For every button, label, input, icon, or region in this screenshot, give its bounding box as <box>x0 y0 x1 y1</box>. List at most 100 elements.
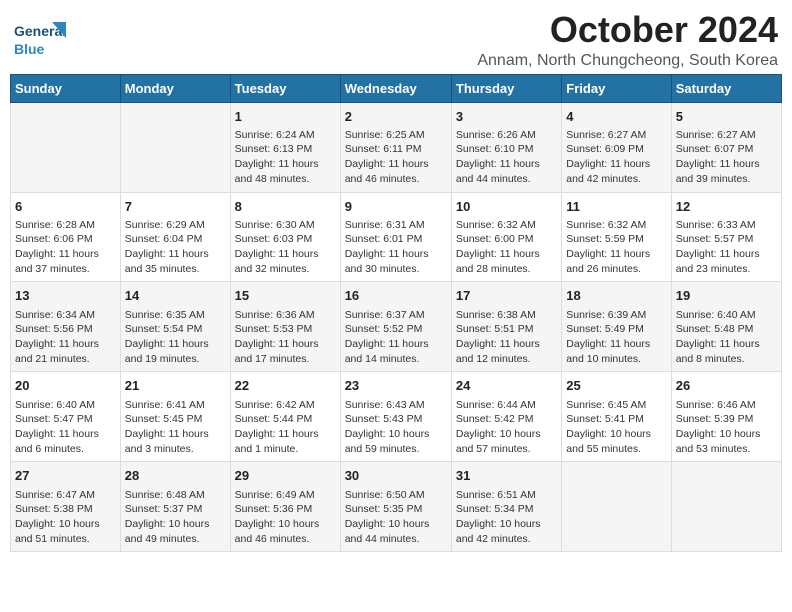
day-header-sunday: Sunday <box>11 74 121 102</box>
calendar-cell: 11 Sunrise: 6:32 AM Sunset: 5:59 PM Dayli… <box>562 192 671 282</box>
day-number: 5 <box>676 108 777 126</box>
day-number: 6 <box>15 198 116 216</box>
day-info: Sunrise: 6:30 AM Sunset: 6:03 PM Dayligh… <box>235 218 336 277</box>
day-header-saturday: Saturday <box>671 74 781 102</box>
day-number: 10 <box>456 198 557 216</box>
day-info: Sunrise: 6:47 AM Sunset: 5:38 PM Dayligh… <box>15 488 116 547</box>
day-number: 22 <box>235 377 336 395</box>
calendar-cell: 21Sunrise: 6:41 AM Sunset: 5:45 PM Dayli… <box>120 372 230 462</box>
calendar-cell <box>671 462 781 552</box>
calendar-cell: 3 Sunrise: 6:26 AM Sunset: 6:10 PM Daylig… <box>451 102 561 192</box>
calendar-cell: 4 Sunrise: 6:27 AM Sunset: 6:09 PM Daylig… <box>562 102 671 192</box>
day-number: 20 <box>15 377 116 395</box>
week-row-1: 1 Sunrise: 6:24 AM Sunset: 6:13 PM Daylig… <box>11 102 782 192</box>
day-info: Sunrise: 6:29 AM Sunset: 6:04 PM Dayligh… <box>125 218 226 277</box>
calendar-cell: 14 Sunrise: 6:35 AM Sunset: 5:54 PM Dayli… <box>120 282 230 372</box>
day-info: Sunrise: 6:31 AM Sunset: 6:01 PM Dayligh… <box>345 218 447 277</box>
day-info: Sunrise: 6:43 AM Sunset: 5:43 PM Dayligh… <box>345 398 447 457</box>
calendar-cell: 19Sunrise: 6:40 AM Sunset: 5:48 PM Dayli… <box>671 282 781 372</box>
day-info: Sunrise: 6:34 AM Sunset: 5:56 PM Dayligh… <box>15 308 116 367</box>
day-info: Sunrise: 6:39 AM Sunset: 5:49 PM Dayligh… <box>566 308 666 367</box>
calendar-cell <box>120 102 230 192</box>
calendar-cell: 7 Sunrise: 6:29 AM Sunset: 6:04 PM Daylig… <box>120 192 230 282</box>
day-number: 7 <box>125 198 226 216</box>
day-number: 4 <box>566 108 666 126</box>
day-info: Sunrise: 6:26 AM Sunset: 6:10 PM Dayligh… <box>456 128 557 187</box>
day-number: 23 <box>345 377 447 395</box>
calendar-cell: 8 Sunrise: 6:30 AM Sunset: 6:03 PM Daylig… <box>230 192 340 282</box>
day-info: Sunrise: 6:32 AM Sunset: 5:59 PM Dayligh… <box>566 218 666 277</box>
day-number: 13 <box>15 287 116 305</box>
month-title: October 2024 <box>477 10 778 50</box>
calendar-cell: 10 Sunrise: 6:32 AM Sunset: 6:00 PM Dayli… <box>451 192 561 282</box>
calendar-cell: 29Sunrise: 6:49 AM Sunset: 5:36 PM Dayli… <box>230 462 340 552</box>
day-number: 1 <box>235 108 336 126</box>
calendar-cell: 16 Sunrise: 6:37 AM Sunset: 5:52 PM Dayli… <box>340 282 451 372</box>
day-header-wednesday: Wednesday <box>340 74 451 102</box>
svg-text:Blue: Blue <box>14 41 45 57</box>
day-info: Sunrise: 6:25 AM Sunset: 6:11 PM Dayligh… <box>345 128 447 187</box>
calendar-cell: 9 Sunrise: 6:31 AM Sunset: 6:01 PM Daylig… <box>340 192 451 282</box>
day-number: 12 <box>676 198 777 216</box>
week-row-3: 13 Sunrise: 6:34 AM Sunset: 5:56 PM Dayli… <box>11 282 782 372</box>
day-number: 30 <box>345 467 447 485</box>
calendar-header-row: SundayMondayTuesdayWednesdayThursdayFrid… <box>11 74 782 102</box>
day-info: Sunrise: 6:48 AM Sunset: 5:37 PM Dayligh… <box>125 488 226 547</box>
day-info: Sunrise: 6:24 AM Sunset: 6:13 PM Dayligh… <box>235 128 336 187</box>
calendar-cell: 20 Sunrise: 6:40 AM Sunset: 5:47 PM Dayli… <box>11 372 121 462</box>
day-info: Sunrise: 6:33 AM Sunset: 5:57 PM Dayligh… <box>676 218 777 277</box>
day-info: Sunrise: 6:51 AM Sunset: 5:34 PM Dayligh… <box>456 488 557 547</box>
day-info: Sunrise: 6:40 AM Sunset: 5:47 PM Dayligh… <box>15 398 116 457</box>
week-row-4: 20 Sunrise: 6:40 AM Sunset: 5:47 PM Dayli… <box>11 372 782 462</box>
day-info: Sunrise: 6:46 AM Sunset: 5:39 PM Dayligh… <box>676 398 777 457</box>
calendar-cell: 24 Sunrise: 6:44 AM Sunset: 5:42 PM Dayli… <box>451 372 561 462</box>
day-info: Sunrise: 6:44 AM Sunset: 5:42 PM Dayligh… <box>456 398 557 457</box>
logo-icon: General Blue <box>14 16 66 60</box>
calendar-cell: 28 Sunrise: 6:48 AM Sunset: 5:37 PM Dayli… <box>120 462 230 552</box>
day-number: 14 <box>125 287 226 305</box>
day-number: 8 <box>235 198 336 216</box>
day-header-thursday: Thursday <box>451 74 561 102</box>
day-number: 16 <box>345 287 447 305</box>
day-number: 24 <box>456 377 557 395</box>
calendar-cell: 5 Sunrise: 6:27 AM Sunset: 6:07 PM Daylig… <box>671 102 781 192</box>
day-info: Sunrise: 6:32 AM Sunset: 6:00 PM Dayligh… <box>456 218 557 277</box>
day-info: Sunrise: 6:45 AM Sunset: 5:41 PM Dayligh… <box>566 398 666 457</box>
calendar-cell: 30Sunrise: 6:50 AM Sunset: 5:35 PM Dayli… <box>340 462 451 552</box>
day-number: 17 <box>456 287 557 305</box>
day-number: 18 <box>566 287 666 305</box>
day-number: 28 <box>125 467 226 485</box>
day-number: 9 <box>345 198 447 216</box>
week-row-5: 27Sunrise: 6:47 AM Sunset: 5:38 PM Dayli… <box>11 462 782 552</box>
day-info: Sunrise: 6:38 AM Sunset: 5:51 PM Dayligh… <box>456 308 557 367</box>
calendar-cell: 27Sunrise: 6:47 AM Sunset: 5:38 PM Dayli… <box>11 462 121 552</box>
calendar-cell: 22 Sunrise: 6:42 AM Sunset: 5:44 PM Dayli… <box>230 372 340 462</box>
day-number: 11 <box>566 198 666 216</box>
day-info: Sunrise: 6:27 AM Sunset: 6:09 PM Dayligh… <box>566 128 666 187</box>
calendar-cell <box>11 102 121 192</box>
day-info: Sunrise: 6:28 AM Sunset: 6:06 PM Dayligh… <box>15 218 116 277</box>
day-info: Sunrise: 6:42 AM Sunset: 5:44 PM Dayligh… <box>235 398 336 457</box>
page-header: General Blue October 2024 Annam, North C… <box>10 10 782 70</box>
day-info: Sunrise: 6:35 AM Sunset: 5:54 PM Dayligh… <box>125 308 226 367</box>
day-number: 31 <box>456 467 557 485</box>
day-number: 21 <box>125 377 226 395</box>
calendar-cell: 26 Sunrise: 6:46 AM Sunset: 5:39 PM Dayli… <box>671 372 781 462</box>
day-number: 3 <box>456 108 557 126</box>
subtitle: Annam, North Chungcheong, South Korea <box>477 52 778 70</box>
logo: General Blue <box>14 16 66 60</box>
calendar-table: SundayMondayTuesdayWednesdayThursdayFrid… <box>10 74 782 553</box>
day-number: 15 <box>235 287 336 305</box>
calendar-cell: 1 Sunrise: 6:24 AM Sunset: 6:13 PM Daylig… <box>230 102 340 192</box>
day-number: 26 <box>676 377 777 395</box>
day-info: Sunrise: 6:40 AM Sunset: 5:48 PM Dayligh… <box>676 308 777 367</box>
title-block: October 2024 Annam, North Chungcheong, S… <box>477 10 778 70</box>
day-header-tuesday: Tuesday <box>230 74 340 102</box>
calendar-cell: 15Sunrise: 6:36 AM Sunset: 5:53 PM Dayli… <box>230 282 340 372</box>
calendar-cell: 31 Sunrise: 6:51 AM Sunset: 5:34 PM Dayli… <box>451 462 561 552</box>
calendar-cell: 18 Sunrise: 6:39 AM Sunset: 5:49 PM Dayli… <box>562 282 671 372</box>
day-header-monday: Monday <box>120 74 230 102</box>
day-info: Sunrise: 6:37 AM Sunset: 5:52 PM Dayligh… <box>345 308 447 367</box>
day-info: Sunrise: 6:27 AM Sunset: 6:07 PM Dayligh… <box>676 128 777 187</box>
day-number: 2 <box>345 108 447 126</box>
